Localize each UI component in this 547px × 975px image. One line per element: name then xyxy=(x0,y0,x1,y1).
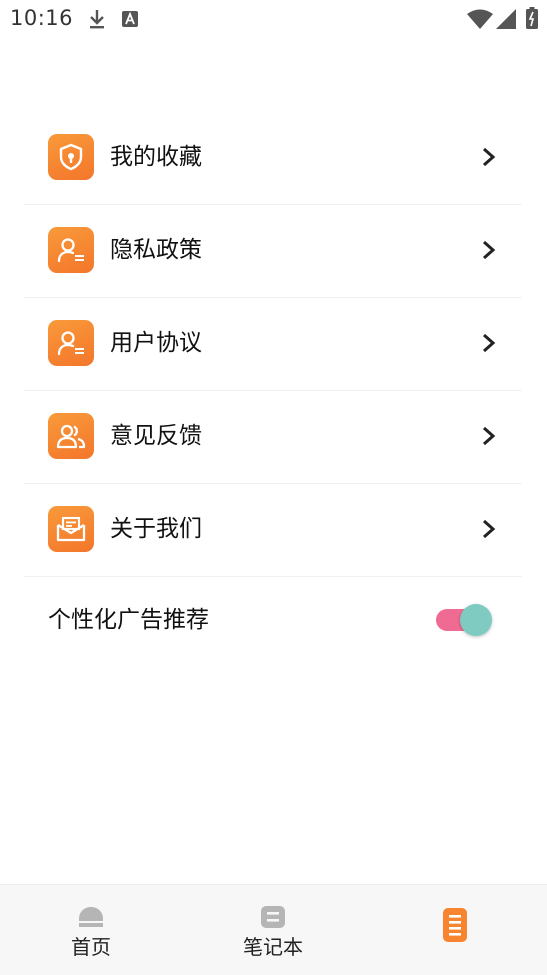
users-icon xyxy=(48,413,94,459)
notebook-icon xyxy=(261,906,285,928)
menu-item-label: 意见反馈 xyxy=(110,423,202,449)
chevron-right-icon xyxy=(483,240,496,260)
user-doc-icon xyxy=(48,227,94,273)
menu-item-label: 关于我们 xyxy=(110,516,202,542)
menu-item-about-us[interactable]: 关于我们 xyxy=(24,484,522,577)
personalized-ads-label: 个性化广告推荐 xyxy=(48,607,209,633)
mail-icon xyxy=(48,506,94,552)
menu-item-label: 用户协议 xyxy=(110,330,202,356)
menu-item-label: 隐私政策 xyxy=(110,237,202,263)
bottom-nav: 首页 笔记本 xyxy=(0,884,547,975)
personalized-ads-toggle[interactable] xyxy=(436,602,492,636)
nav-item-notebook[interactable]: 笔记本 xyxy=(213,885,333,975)
profile-list-icon xyxy=(443,908,467,942)
menu-item-user-agreement[interactable]: 用户协议 xyxy=(24,298,522,391)
user-doc-icon xyxy=(48,320,94,366)
chevron-right-icon xyxy=(483,333,496,353)
personalized-ads-row: 个性化广告推荐 xyxy=(24,578,522,662)
menu-item-label: 我的收藏 xyxy=(110,144,202,170)
chevron-right-icon xyxy=(483,519,496,539)
home-icon xyxy=(79,907,103,927)
signal-icon xyxy=(496,9,516,33)
shield-icon xyxy=(48,134,94,180)
chevron-right-icon xyxy=(483,147,496,167)
menu-item-favorites[interactable]: 我的收藏 xyxy=(24,112,522,205)
toggle-knob xyxy=(460,604,492,636)
menu-item-feedback[interactable]: 意见反馈 xyxy=(24,391,522,484)
nav-label: 笔记本 xyxy=(243,935,303,959)
nav-item-home[interactable]: 首页 xyxy=(31,885,151,975)
status-bar: 10:16 xyxy=(0,0,547,40)
wifi-icon xyxy=(467,9,493,33)
settings-menu: 我的收藏 隐私政策 用户协议 意见反馈 关于我们 xyxy=(24,112,522,577)
nav-label: 首页 xyxy=(71,935,111,959)
keyboard-a-icon xyxy=(122,11,138,31)
battery-icon xyxy=(526,7,538,33)
chevron-right-icon xyxy=(483,426,496,446)
download-icon xyxy=(87,8,107,34)
nav-item-mine[interactable] xyxy=(395,885,515,975)
status-time: 10:16 xyxy=(10,6,74,30)
menu-item-privacy-policy[interactable]: 隐私政策 xyxy=(24,205,522,298)
